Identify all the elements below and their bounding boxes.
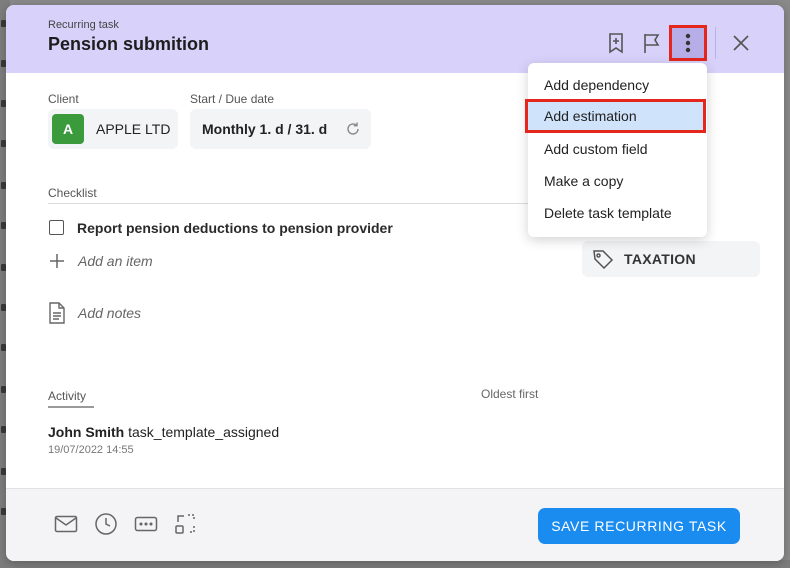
client-chip[interactable]: A APPLE LTD xyxy=(48,109,178,149)
document-icon xyxy=(48,302,66,324)
add-notes[interactable]: Add notes xyxy=(48,302,141,324)
activity-timestamp: 19/07/2022 14:55 xyxy=(48,444,134,456)
due-date-value: Monthly 1. d / 31. d xyxy=(202,121,328,137)
menu-item-delete-task-template[interactable]: Delete task template xyxy=(528,197,707,229)
tag-icon xyxy=(592,249,614,269)
client-name: APPLE LTD xyxy=(96,121,171,137)
menu-item-add-dependency[interactable]: Add dependency xyxy=(528,69,707,101)
checklist-item-text[interactable]: Report pension deductions to pension pro… xyxy=(77,220,393,236)
due-date-label: Start / Due date xyxy=(190,92,275,106)
add-checklist-item[interactable]: Add an item xyxy=(48,252,153,270)
close-icon[interactable] xyxy=(729,31,753,55)
modal-footer: SAVE RECURRING TASK xyxy=(6,488,784,561)
bookmark-add-icon[interactable] xyxy=(604,31,628,55)
clock-icon[interactable] xyxy=(93,511,119,537)
email-icon[interactable] xyxy=(53,511,79,537)
menu-item-add-custom-field[interactable]: Add custom field xyxy=(528,133,707,165)
activity-action: task_template_assigned xyxy=(128,424,280,440)
tag-label: TAXATION xyxy=(624,251,696,267)
menu-item-make-a-copy[interactable]: Make a copy xyxy=(528,165,707,197)
activity-user: John Smith xyxy=(48,424,125,440)
flag-icon[interactable] xyxy=(640,31,664,55)
background-page-bottom xyxy=(0,560,790,568)
checklist-item-checkbox[interactable] xyxy=(49,220,64,235)
checklist-label: Checklist xyxy=(48,186,97,200)
task-type-label: Recurring task xyxy=(48,19,119,31)
task-title: Pension submition xyxy=(48,34,210,54)
add-notes-placeholder: Add notes xyxy=(78,305,142,321)
client-label: Client xyxy=(48,92,79,106)
expand-icon[interactable] xyxy=(173,511,199,537)
activity-tab-underline xyxy=(48,406,94,408)
checklist-divider xyxy=(48,203,578,204)
more-options-button[interactable] xyxy=(669,25,707,61)
more-options-menu: Add dependency Add estimation Add custom… xyxy=(525,63,707,237)
activity-entry: John Smith task_template_assigned xyxy=(48,424,279,440)
activity-tab[interactable]: Activity xyxy=(48,389,86,403)
menu-item-add-estimation[interactable]: Add estimation xyxy=(525,99,706,133)
recurring-icon xyxy=(345,121,361,137)
header-divider xyxy=(715,27,716,59)
add-item-placeholder: Add an item xyxy=(78,253,153,269)
due-date-chip[interactable]: Monthly 1. d / 31. d xyxy=(190,109,371,149)
more-vertical-icon xyxy=(685,33,691,53)
plus-icon xyxy=(48,252,66,270)
tag-chip[interactable]: TAXATION xyxy=(582,241,760,277)
activity-sort-toggle[interactable]: Oldest first xyxy=(481,387,538,401)
save-recurring-task-button[interactable]: SAVE RECURRING TASK xyxy=(538,508,740,544)
client-avatar: A xyxy=(52,114,84,144)
more-horizontal-icon[interactable] xyxy=(133,511,159,537)
